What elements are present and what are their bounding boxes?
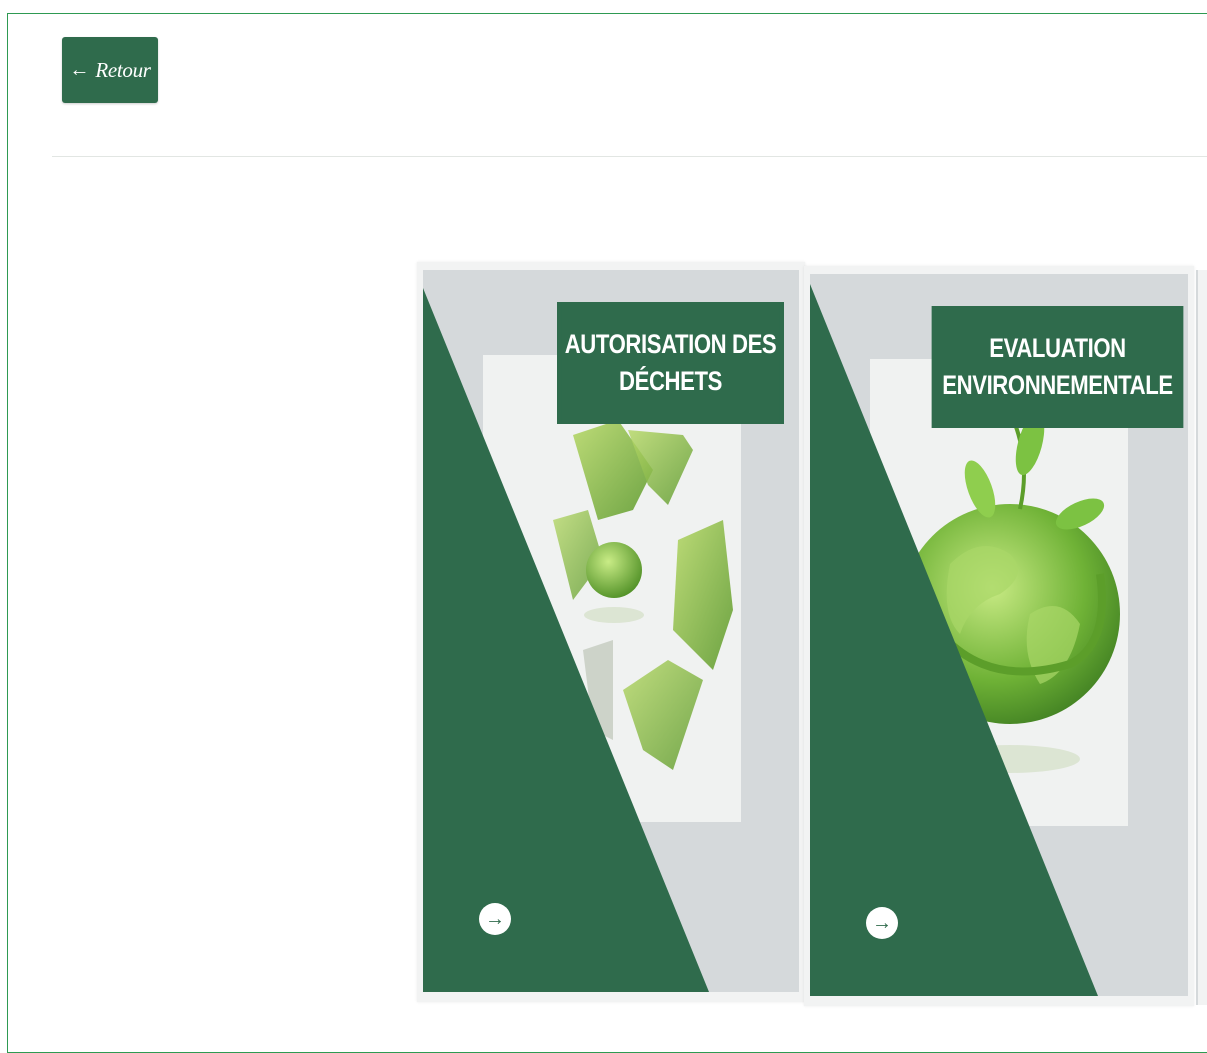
card-waste-authorization[interactable]: AUTORISATION DES DÉCHETS →: [417, 262, 805, 1002]
card-next-partial[interactable]: [1196, 270, 1207, 1005]
card-panel: EVALUATION ENVIRONNEMENTALE →: [810, 274, 1188, 996]
back-button[interactable]: ← Retour: [62, 37, 158, 103]
card-panel: AUTORISATION DES DÉCHETS →: [423, 270, 799, 992]
arrow-right-circle-icon[interactable]: →: [479, 903, 511, 935]
card-title: AUTORISATION DES DÉCHETS: [561, 302, 780, 424]
card-environmental-evaluation[interactable]: EVALUATION ENVIRONNEMENTALE →: [804, 266, 1194, 1006]
arrow-right-circle-icon[interactable]: →: [866, 907, 898, 939]
card-title: EVALUATION ENVIRONNEMENTALE: [931, 306, 1184, 428]
back-button-label: Retour: [95, 57, 151, 82]
header-divider: [52, 156, 1207, 157]
arrow-left-icon: ←: [69, 59, 90, 81]
